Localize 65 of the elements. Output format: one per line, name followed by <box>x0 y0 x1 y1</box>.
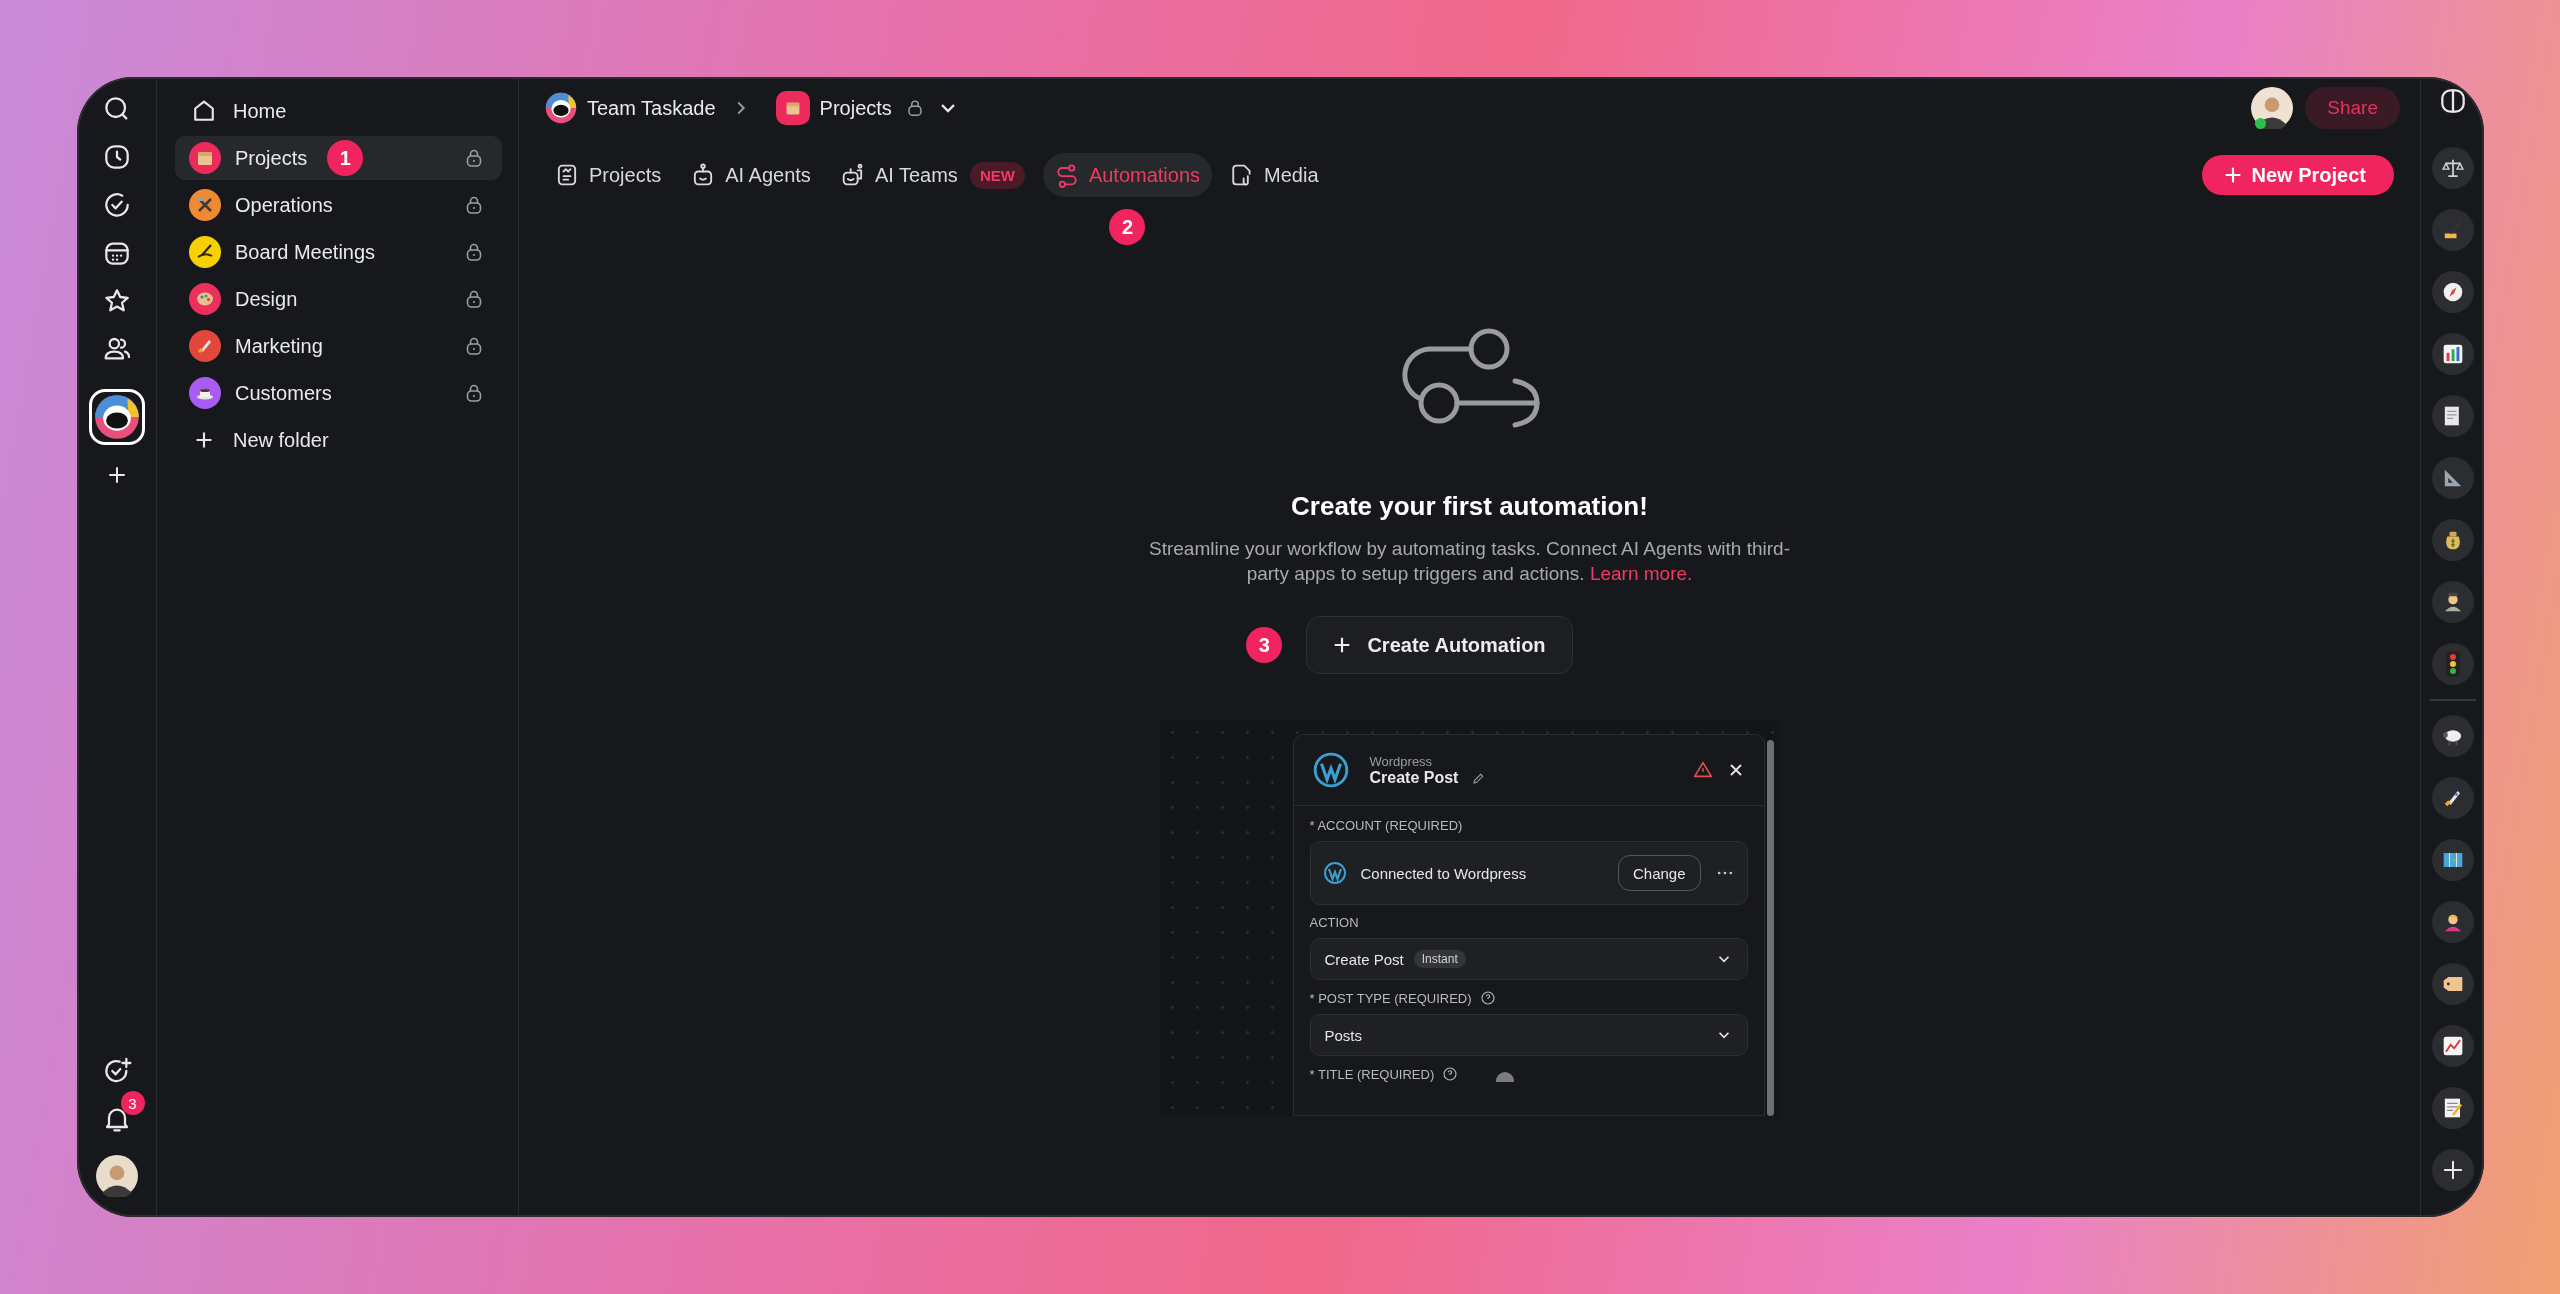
sidebar-item[interactable]: Customers <box>175 371 502 415</box>
template-button[interactable] <box>2431 457 2474 499</box>
empty-state-title: Create your first automation! <box>1291 491 1648 522</box>
template-button[interactable] <box>2431 147 2474 189</box>
select-field[interactable]: Posts <box>1309 1014 1748 1056</box>
template-button[interactable] <box>2431 643 2474 685</box>
online-dot <box>2255 118 2267 129</box>
share-button[interactable]: Share <box>2305 87 2400 129</box>
template-button[interactable] <box>2431 901 2474 943</box>
field-label: * ACCOUNT (REQUIRED) <box>1309 818 1463 833</box>
template-button[interactable] <box>2431 1025 2474 1067</box>
avatar[interactable] <box>95 1155 138 1197</box>
tab[interactable]: AI Agents <box>679 153 823 197</box>
template-button[interactable] <box>2431 519 2474 561</box>
help-icon[interactable] <box>1479 990 1496 1006</box>
tab[interactable]: Projects <box>543 153 674 197</box>
template-button[interactable] <box>2431 333 2474 375</box>
template-button[interactable] <box>2431 209 2474 251</box>
notification-badge: 3 <box>120 1091 145 1115</box>
step-marker: 3 <box>1246 627 1283 663</box>
field-label: * POST TYPE (REQUIRED) <box>1309 990 1472 1006</box>
new-badge: NEW <box>969 161 1025 189</box>
sidebar-item[interactable]: Design <box>175 277 502 321</box>
change-button[interactable]: Change <box>1617 855 1701 891</box>
learn-more-link[interactable]: Learn more. <box>1589 563 1693 584</box>
field-label: * TITLE (REQUIRED) <box>1309 1066 1435 1082</box>
workspace-logo[interactable] <box>88 389 145 445</box>
wordpress-logo <box>1322 861 1347 885</box>
select-field[interactable]: Create Post Instant <box>1309 938 1748 980</box>
empty-state-description: Streamline your workflow by automating tasks. Connect AI Agents with third-party apps to setup triggers and actions. Learn more. <box>1148 537 1791 586</box>
avatar[interactable] <box>2251 87 2294 129</box>
step-marker: 1 <box>327 140 364 176</box>
template-button[interactable] <box>2431 395 2474 437</box>
sidebar-item[interactable]: Marketing <box>175 324 502 368</box>
sidebar-item[interactable]: New folder <box>175 418 502 462</box>
sidebar-item[interactable]: Operations <box>175 183 502 227</box>
tab[interactable]: AI Teams NEW <box>828 153 1037 197</box>
toggle-thumb[interactable] <box>1496 1072 1515 1082</box>
sidebar-item[interactable]: Projects 1 <box>175 136 502 180</box>
tab[interactable]: Media <box>1218 153 1331 197</box>
help-icon[interactable] <box>1442 1066 1459 1082</box>
template-button[interactable] <box>2431 581 2474 623</box>
breadcrumb-link[interactable]: Team Taskade <box>587 96 716 120</box>
new-project-button[interactable]: New Project <box>2201 155 2394 195</box>
service-name: Wordpress <box>1369 753 1434 769</box>
step-title: Create Post <box>1369 768 1459 787</box>
template-button[interactable] <box>2431 715 2474 757</box>
account-name: Connected to Wordpress <box>1360 864 1527 882</box>
sidebar-item[interactable]: Board Meetings <box>175 230 502 274</box>
workspace-logo[interactable] <box>545 92 577 124</box>
template-button[interactable] <box>2431 963 2474 1005</box>
add-button[interactable] <box>2431 1149 2474 1191</box>
step-marker: 2 <box>1109 209 1146 245</box>
wordpress-logo <box>1311 751 1350 789</box>
field-label: ACTION <box>1309 915 1359 930</box>
tab[interactable]: Automations <box>1042 153 1213 197</box>
sidebar-item[interactable]: Home <box>175 89 502 133</box>
template-button[interactable] <box>2431 1087 2474 1129</box>
breadcrumb-link[interactable]: Projects <box>819 96 892 120</box>
scrollbar[interactable] <box>1766 740 1774 1116</box>
template-button[interactable] <box>2431 777 2474 819</box>
template-button[interactable] <box>2431 271 2474 313</box>
instant-tag: Instant <box>1413 950 1466 968</box>
create-automation-button[interactable]: Create Automation <box>1306 616 1573 674</box>
template-button[interactable] <box>2431 839 2474 881</box>
